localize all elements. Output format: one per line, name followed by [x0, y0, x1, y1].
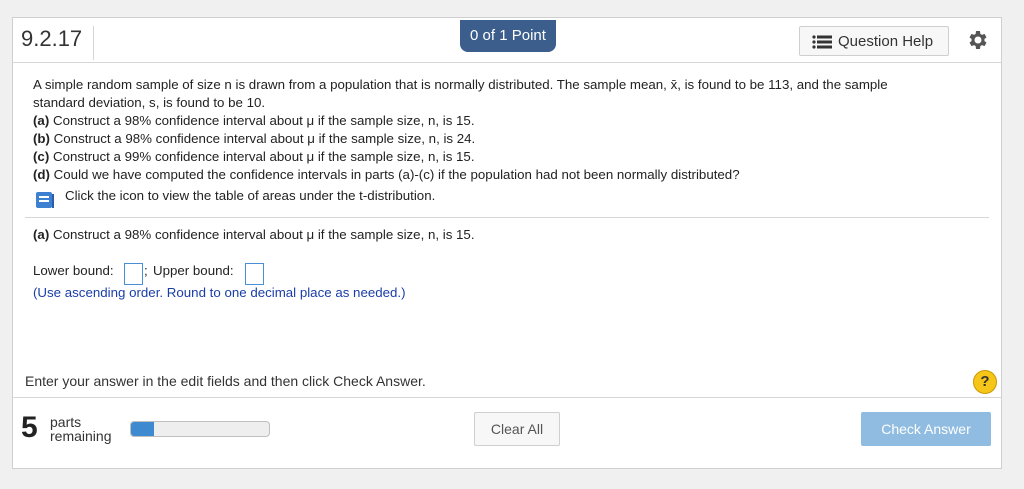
lower-bound-input[interactable]	[124, 263, 143, 285]
part-text: Construct a 98% confidence interval abou…	[49, 227, 475, 242]
question-header: 9.2.17 0 of 1 Point Question Help	[13, 18, 1001, 63]
part-text: Construct a 98% confidence interval abou…	[49, 113, 475, 128]
clear-all-button[interactable]: Clear All	[474, 412, 560, 446]
remaining-label: remaining	[50, 428, 112, 444]
upper-bound-input[interactable]	[245, 263, 264, 285]
instruction-text: Enter your answer in the edit fields and…	[25, 373, 426, 389]
problem-statement: A simple random sample of size n is draw…	[33, 76, 983, 184]
parts-label: parts	[50, 414, 82, 430]
divider	[93, 26, 94, 60]
divider	[25, 217, 989, 218]
problem-intro-line-2: standard deviation, s, is found to be 10…	[33, 95, 266, 110]
part-tag: (a)	[33, 227, 50, 242]
problem-part-a: (a) Construct a 98% confidence interval …	[33, 112, 983, 130]
lower-bound-label: Lower bound:	[33, 263, 114, 278]
gear-icon[interactable]	[965, 28, 989, 52]
problem-intro-line-1: A simple random sample of size n is draw…	[33, 77, 888, 92]
progress-bar	[130, 421, 270, 437]
check-answer-button[interactable]: Check Answer	[861, 412, 991, 446]
question-number: 9.2.17	[21, 26, 83, 51]
question-help-label: Question Help	[838, 33, 934, 50]
part-tag: (b)	[33, 131, 50, 146]
list-icon	[812, 35, 832, 49]
parts-remaining-count: 5	[21, 411, 38, 444]
t-table-link[interactable]: Click the icon to view the table of area…	[65, 188, 435, 203]
part-text: Construct a 99% confidence interval abou…	[49, 149, 475, 164]
part-tag: (d)	[33, 167, 50, 182]
help-icon[interactable]: ?	[973, 370, 997, 394]
question-panel: 9.2.17 0 of 1 Point Question Help A simp…	[12, 17, 1002, 469]
question-help-button[interactable]: Question Help	[799, 26, 949, 56]
divider	[13, 397, 1001, 398]
part-tag: (a)	[33, 113, 50, 128]
separator: ;	[144, 263, 148, 278]
problem-part-b: (b) Construct a 98% confidence interval …	[33, 130, 983, 148]
progress-fill	[131, 422, 155, 436]
book-icon[interactable]	[35, 191, 55, 209]
problem-part-c: (c) Construct a 99% confidence interval …	[33, 148, 983, 166]
part-text: Construct a 98% confidence interval abou…	[49, 131, 476, 146]
current-part-prompt: (a) Construct a 98% confidence interval …	[33, 227, 475, 242]
problem-part-d: (d) Could we have computed the confidenc…	[33, 166, 983, 184]
part-text: Could we have computed the confidence in…	[49, 167, 740, 182]
part-tag: (c)	[33, 149, 50, 164]
answer-hint: (Use ascending order. Round to one decim…	[33, 285, 406, 300]
upper-bound-label: Upper bound:	[153, 263, 234, 278]
points-badge: 0 of 1 Point	[460, 20, 556, 52]
parts-remaining-label: parts remaining	[50, 415, 111, 443]
